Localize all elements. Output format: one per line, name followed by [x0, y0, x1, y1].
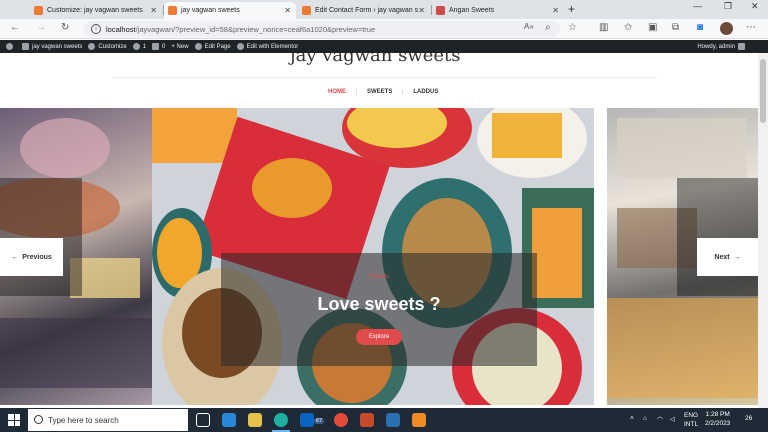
home-icon — [22, 43, 29, 50]
browser-tab-bar: Customize: jay vagwan sweets ✕ jay vagwa… — [0, 0, 768, 19]
search-icon — [34, 415, 43, 424]
edge-icon[interactable] — [274, 413, 288, 427]
favorite-star-icon[interactable]: ☆ — [568, 22, 577, 33]
tab-customize[interactable]: Customize: jay vagwan sweets ✕ — [30, 2, 162, 19]
browser-toolbar: ← → ↻ i localhost/jayvagwan/?preview_id=… — [0, 19, 768, 39]
slide-caption: Sweets Love sweets ? Explore — [221, 253, 537, 366]
admin-bar-comments[interactable]: 0 — [152, 43, 165, 50]
minimize-icon[interactable]: — — [693, 1, 702, 11]
taskbar-search[interactable]: Type here to search — [28, 409, 188, 431]
brush-icon — [88, 43, 96, 50]
tab-site-preview[interactable]: jay vagwan sweets ✕ — [164, 2, 296, 19]
chrome-icon[interactable] — [334, 413, 348, 427]
scrollbar-thumb[interactable] — [760, 59, 766, 123]
new-tab-icon[interactable]: + — [568, 2, 575, 16]
performance-icon[interactable]: ◙ — [697, 22, 703, 33]
wp-logo-icon[interactable] — [6, 43, 16, 50]
back-icon[interactable]: ← — [10, 22, 20, 33]
microsoft-store-icon[interactable] — [222, 413, 236, 427]
zoom-icon[interactable]: ⌕ — [545, 22, 551, 33]
tray-chevron-icon[interactable]: ˄ — [630, 415, 634, 422]
read-aloud-icon[interactable]: A» — [524, 22, 534, 31]
hero-slider: Sweets Love sweets ? Explore ← Previous … — [0, 108, 758, 405]
task-view-icon[interactable] — [196, 413, 210, 427]
more-menu-icon[interactable]: ⋯ — [746, 22, 756, 33]
close-tab-icon[interactable]: ✕ — [150, 6, 157, 15]
split-screen-icon[interactable]: ▥ — [599, 22, 608, 33]
nav-item-sweets[interactable]: SWEETS — [357, 89, 404, 95]
page-content: jay vagwan sweets HOME SWEETS LADDUS Swe… — [0, 53, 758, 408]
main-nav: HOME SWEETS LADDUS — [318, 89, 448, 95]
favorites-icon[interactable]: ✩ — [624, 22, 632, 33]
wordpress-favicon-icon — [34, 6, 43, 15]
admin-bar-new[interactable]: + New — [171, 44, 188, 50]
reload-icon[interactable]: ↻ — [61, 22, 69, 33]
caption-title: Love sweets ? — [317, 294, 441, 314]
pencil-icon — [194, 43, 202, 50]
next-button[interactable]: Next → — [697, 238, 758, 276]
windows-taskbar: Type here to search 67 ˄ ⌂ ◠ ◁ ENG INTL … — [0, 408, 768, 432]
elementor-icon — [236, 43, 244, 50]
wifi-icon[interactable]: ◠ — [657, 415, 663, 423]
info-icon[interactable]: i — [91, 24, 101, 34]
close-tab-icon[interactable]: ✕ — [552, 6, 559, 15]
address-bar[interactable]: i localhost/jayvagwan/?preview_id=58&pre… — [84, 21, 560, 37]
admin-bar-site[interactable]: jay vagwan sweets — [22, 43, 82, 50]
wp-admin-bar: jay vagwan sweets Customize 1 0 + New Ed… — [0, 40, 768, 53]
admin-bar-edit-page[interactable]: Edit Page — [194, 43, 231, 50]
header-divider — [112, 77, 658, 78]
volume-icon[interactable]: ◁ — [670, 415, 675, 423]
explore-button[interactable]: Explore — [356, 329, 402, 345]
updates-icon — [132, 43, 140, 50]
admin-bar-customize[interactable]: Customize — [88, 43, 127, 50]
site-title[interactable]: jay vagwan sweets — [290, 53, 461, 66]
mail-badge: 67 — [314, 418, 325, 424]
close-window-icon[interactable]: ✕ — [751, 1, 759, 12]
weather-icon[interactable] — [248, 413, 262, 427]
forward-icon[interactable]: → — [36, 22, 46, 33]
restore-icon[interactable]: ❐ — [724, 1, 732, 12]
language-indicator[interactable]: ENG INTL — [684, 411, 698, 429]
tab-contact-form[interactable]: Edit Contact Form ‹ jay vagwan s ✕ — [298, 2, 430, 19]
page-scrollbar[interactable] — [758, 53, 768, 408]
close-tab-icon[interactable]: ✕ — [418, 6, 425, 15]
nav-item-laddus[interactable]: LADDUS — [403, 89, 448, 95]
windows-start-icon[interactable] — [8, 414, 20, 426]
wordpress-favicon-icon — [302, 6, 311, 15]
admin-bar-updates[interactable]: 1 — [132, 43, 146, 50]
network-icon[interactable]: ⌂ — [643, 415, 647, 422]
previous-button[interactable]: ← Previous — [0, 238, 63, 276]
admin-bar-elementor[interactable]: Edit with Elementor — [236, 43, 298, 50]
close-tab-icon[interactable]: ✕ — [284, 6, 291, 15]
notification-center-icon[interactable]: 26 — [745, 415, 752, 422]
extensions-icon[interactable]: ⧉ — [672, 22, 679, 33]
user-avatar — [738, 43, 745, 50]
arrow-right-icon: → — [733, 253, 741, 261]
xampp-icon[interactable] — [412, 413, 426, 427]
caption-subtitle: Sweets — [369, 274, 389, 280]
comment-icon — [152, 43, 160, 50]
mail-icon[interactable] — [300, 413, 314, 427]
site-favicon-icon — [168, 6, 177, 15]
vscode-icon[interactable] — [386, 413, 400, 427]
profile-avatar[interactable] — [720, 22, 733, 35]
admin-bar-account[interactable]: Howdy, admin — [697, 43, 748, 50]
collections-icon[interactable]: ▣ — [648, 22, 657, 33]
arrow-left-icon: ← — [11, 253, 19, 261]
app-icon[interactable] — [360, 413, 374, 427]
site-favicon-icon — [436, 6, 445, 15]
nav-item-home[interactable]: HOME — [318, 89, 357, 95]
taskbar-clock[interactable]: 1:28 PM 2/2/2023 — [705, 410, 730, 428]
tab-angan-sweets[interactable]: Angan Sweets ✕ — [432, 2, 564, 19]
